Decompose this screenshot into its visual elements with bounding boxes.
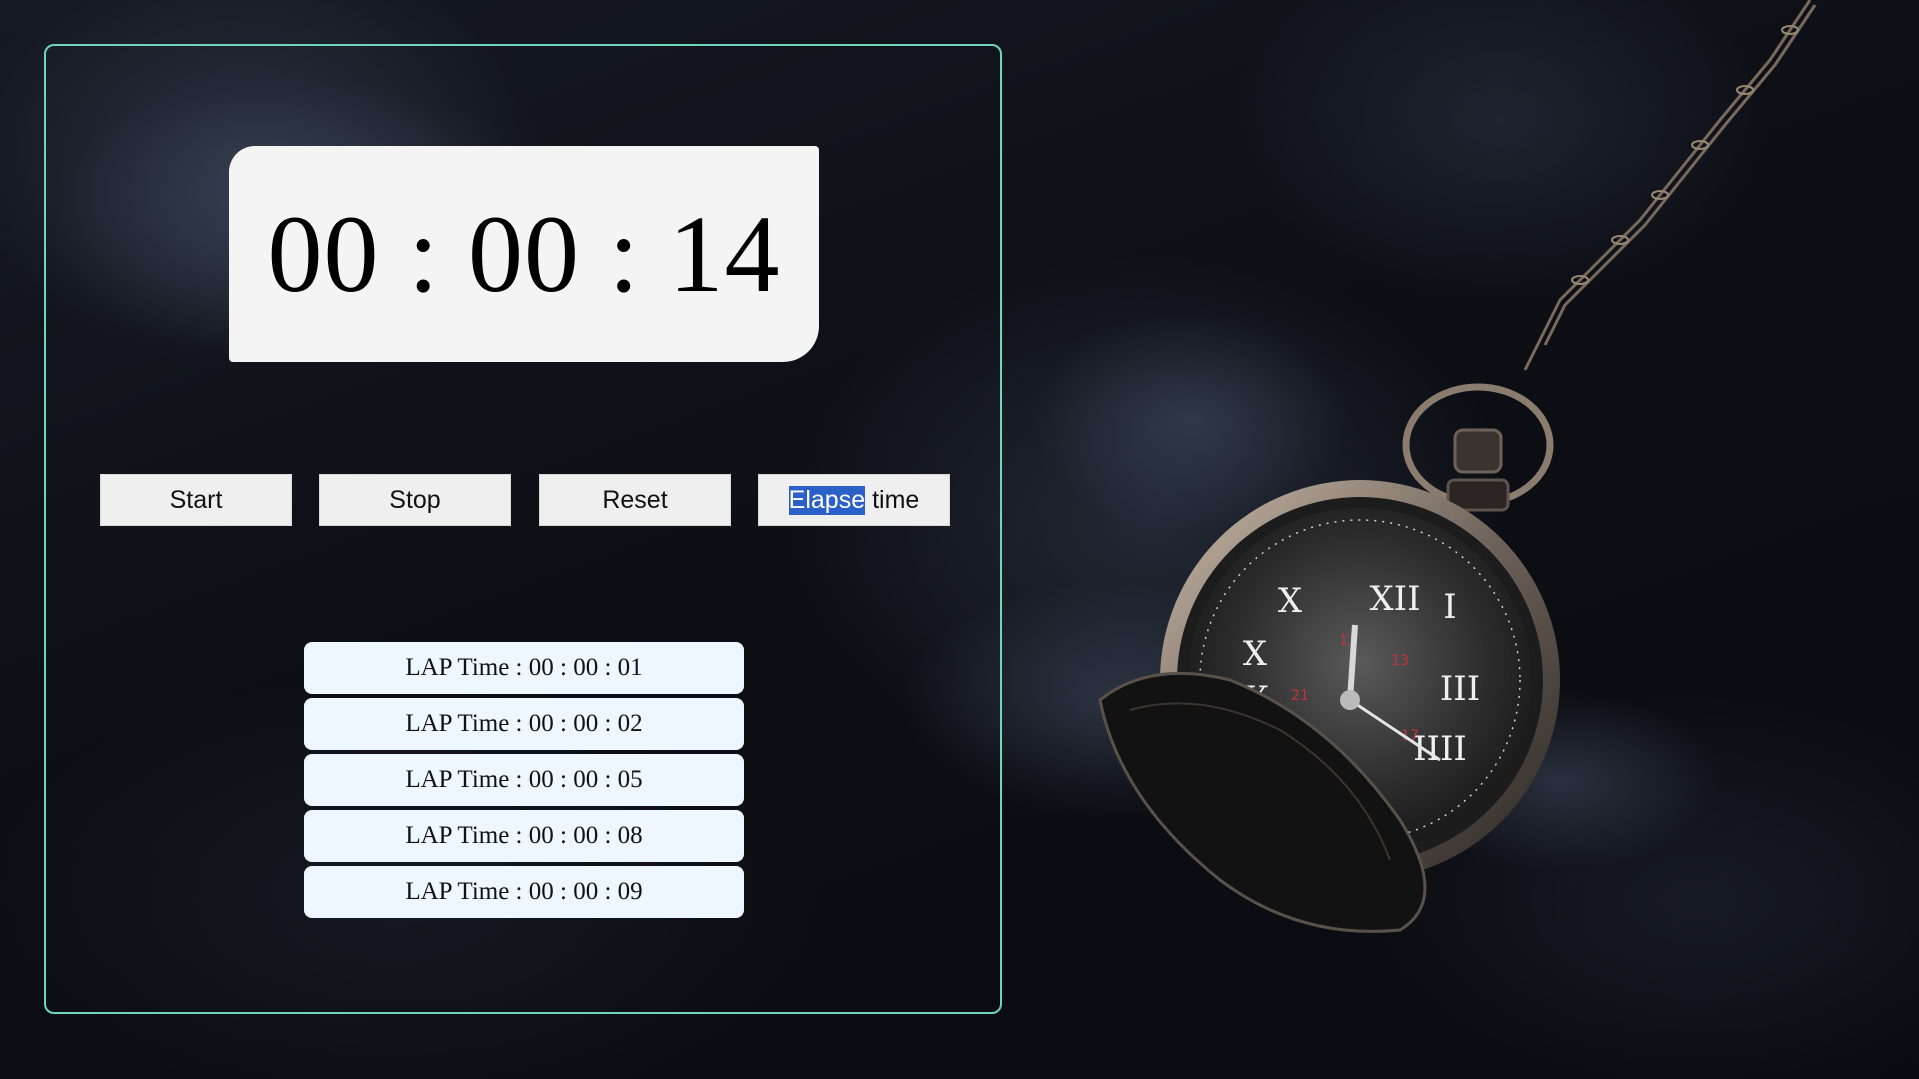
watch-chain-icon <box>1523 0 1817 371</box>
elapse-button-label-rest: time <box>865 485 920 514</box>
time-display: 00 : 00 : 14 <box>229 146 819 362</box>
reset-button[interactable]: Reset <box>539 474 731 526</box>
svg-text:21: 21 <box>1291 688 1309 704</box>
lap-item: LAP Time : 00 : 00 : 01 <box>304 642 744 694</box>
elapse-time-button[interactable]: Elapse time <box>758 474 950 526</box>
selected-text: Elapse <box>788 485 866 515</box>
lap-item: LAP Time : 00 : 00 : 05 <box>304 754 744 806</box>
svg-text:III: III <box>1440 669 1480 709</box>
svg-text:I: I <box>1443 587 1456 627</box>
start-button[interactable]: Start <box>100 474 292 526</box>
stopwatch-panel: 00 : 00 : 14 Start Stop Reset Elapse tim… <box>44 44 1002 1014</box>
svg-text:13: 13 <box>1391 653 1409 669</box>
app-page: XII I III IIII X X IX 11 13 21 17 00 : 0… <box>0 0 1919 1079</box>
lap-item: LAP Time : 00 : 00 : 08 <box>304 810 744 862</box>
svg-text:X: X <box>1243 634 1268 674</box>
lap-item: LAP Time : 00 : 00 : 09 <box>304 866 744 918</box>
svg-text:X: X <box>1278 581 1303 621</box>
stop-button[interactable]: Stop <box>319 474 511 526</box>
lap-item: LAP Time : 00 : 00 : 02 <box>304 698 744 750</box>
svg-text:XII: XII <box>1369 579 1420 619</box>
lap-list: LAP Time : 00 : 00 : 01 LAP Time : 00 : … <box>304 642 744 922</box>
